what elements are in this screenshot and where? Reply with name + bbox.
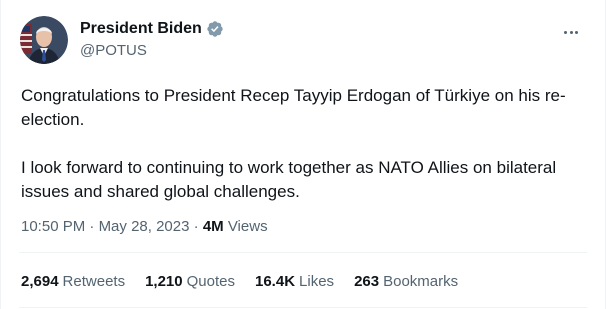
tweet-paragraph: I look forward to continuing to work tog… (21, 158, 557, 201)
author-name[interactable]: President Biden (80, 20, 202, 38)
retweets-label: Retweets (62, 273, 126, 290)
author-handle[interactable]: @POTUS (80, 42, 224, 59)
more-options-icon[interactable] (559, 22, 583, 42)
meta-separator: · (189, 218, 203, 235)
author-identity: President Biden @POTUS (80, 18, 224, 59)
more-dot (574, 30, 578, 34)
bookmarks-count: 263 (354, 273, 380, 290)
avatar[interactable] (20, 16, 68, 64)
likes-stat[interactable]: 16.4K Likes (255, 273, 334, 290)
tweet-meta: 10:50 PM · May 28, 2023 · 4M Views (21, 218, 268, 235)
retweets-count: 2,694 (21, 273, 59, 290)
verified-badge-icon[interactable] (206, 20, 224, 38)
quotes-stat[interactable]: 1,210 Quotes (145, 273, 235, 290)
quotes-count: 1,210 (145, 273, 183, 290)
tweet-text: Congratulations to President Recep Tayyi… (21, 84, 591, 204)
retweets-stat[interactable]: 2,694 Retweets (21, 273, 125, 290)
views-label: Views (223, 218, 268, 235)
views-count: 4M (202, 218, 224, 235)
name-row: President Biden (80, 18, 224, 40)
divider (19, 307, 587, 308)
likes-count: 16.4K (255, 273, 296, 290)
tweet-card: President Biden @POTUS Congratulations t… (0, 0, 606, 309)
more-dot (569, 30, 573, 34)
tweet-date[interactable]: May 28, 2023 (99, 218, 190, 235)
engagement-stats: 2,694 Retweets 1,210 Quotes 16.4K Likes 263… (21, 273, 478, 290)
tweet-time[interactable]: 10:50 PM (21, 218, 85, 235)
quotes-label: Quotes (186, 273, 235, 290)
tweet-paragraph: Congratulations to President Recep Tayyi… (21, 86, 566, 129)
likes-label: Likes (299, 273, 335, 290)
more-dot (564, 30, 568, 34)
meta-separator: · (85, 218, 99, 235)
tweet-header: President Biden @POTUS (20, 16, 224, 64)
bookmarks-stat[interactable]: 263 Bookmarks (354, 273, 458, 290)
divider (19, 252, 587, 253)
bookmarks-label: Bookmarks (383, 273, 459, 290)
